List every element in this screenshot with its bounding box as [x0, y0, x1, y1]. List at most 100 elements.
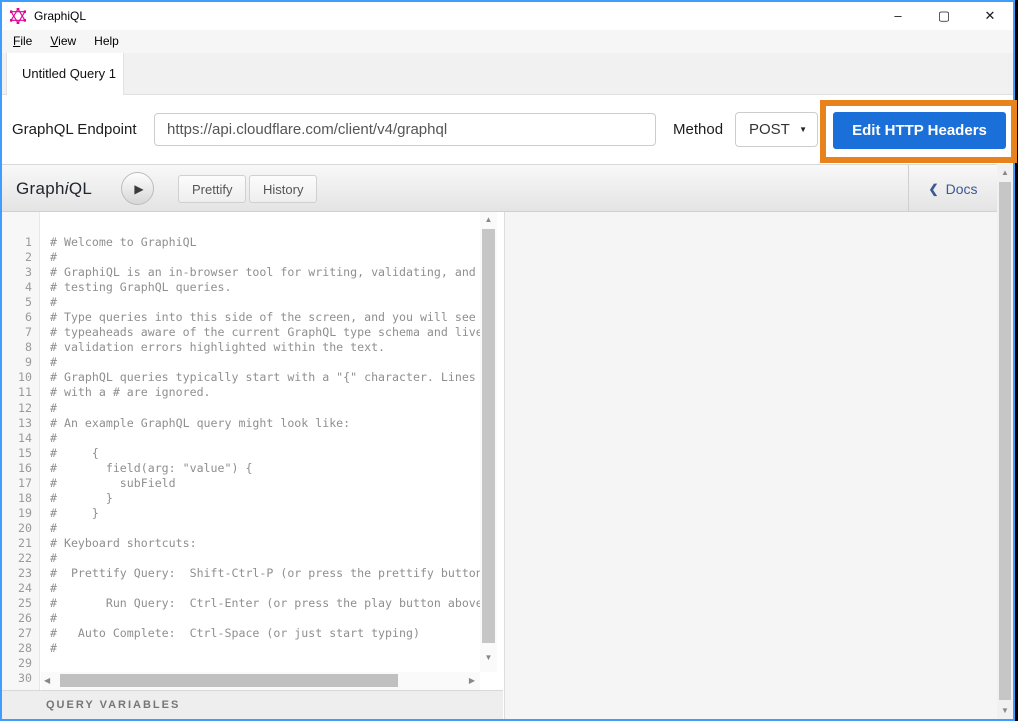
line-number: 6: [2, 310, 32, 325]
code-lines: # Welcome to GraphiQL## GraphiQL is an i…: [41, 212, 480, 672]
code-line: # testing GraphQL queries.: [50, 280, 480, 295]
line-number: 27: [2, 626, 32, 641]
code-line: # Prettify Query: Shift-Ctrl-P (or press…: [50, 566, 480, 581]
line-number: 11: [2, 385, 32, 400]
line-number: 22: [2, 551, 32, 566]
play-icon: ▶: [134, 182, 143, 196]
query-variables-bar[interactable]: QUERY VARIABLES: [2, 690, 503, 719]
code-line: # Keyboard shortcuts:: [50, 536, 480, 551]
line-number: 10: [2, 370, 32, 385]
scroll-left-icon[interactable]: ◀: [44, 672, 50, 690]
graphiql-logo-text: GraphiQL: [16, 165, 92, 213]
gutter-line-numbers: 1234567891011121314151617181920212223242…: [2, 212, 39, 686]
method-selected-value: POST: [749, 121, 790, 138]
scroll-down-icon[interactable]: ▼: [997, 706, 1013, 715]
scroll-up-icon[interactable]: ▲: [997, 168, 1013, 177]
endpoint-label: GraphQL Endpoint: [12, 95, 137, 164]
line-number: 26: [2, 611, 32, 626]
chevron-down-icon: ▼: [799, 125, 807, 134]
code-line: # Type queries into this side of the scr…: [50, 310, 480, 325]
scroll-up-icon[interactable]: ▲: [480, 215, 497, 224]
code-line: # Auto Complete: Ctrl-Space (or just sta…: [50, 626, 480, 641]
line-number: 15: [2, 446, 32, 461]
line-number: 2: [2, 250, 32, 265]
line-number: 28: [2, 641, 32, 656]
scroll-right-icon[interactable]: ▶: [469, 672, 475, 690]
line-number: 23: [2, 566, 32, 581]
window-title: GraphiQL: [34, 2, 86, 30]
query-editor[interactable]: # Welcome to GraphiQL## GraphiQL is an i…: [41, 212, 480, 672]
app-vscroll-thumb[interactable]: [999, 182, 1011, 700]
editor-vertical-scrollbar[interactable]: ▲ ▼: [480, 212, 497, 672]
code-line: # field(arg: "value") {: [50, 461, 480, 476]
line-number: 20: [2, 521, 32, 536]
code-line: # subField: [50, 476, 480, 491]
code-line: #: [50, 401, 480, 416]
code-line: #: [50, 611, 480, 626]
code-line: #: [50, 431, 480, 446]
response-pane: [504, 212, 997, 719]
code-line: # with a # are ignored.: [50, 385, 480, 400]
method-label: Method: [673, 95, 723, 164]
graphql-logo-icon: [10, 8, 26, 24]
menu-item-help[interactable]: Help: [85, 30, 128, 53]
code-line: #: [50, 295, 480, 310]
code-line: # Run Query: Ctrl-Enter (or press the pl…: [50, 596, 480, 611]
prettify-button[interactable]: Prettify: [178, 175, 246, 203]
code-line: #: [50, 355, 480, 370]
docs-toggle[interactable]: ❮ Docs: [908, 165, 997, 213]
method-select[interactable]: POST ▼: [735, 112, 818, 147]
code-line: #: [50, 250, 480, 265]
line-number: 16: [2, 461, 32, 476]
line-number: 1: [2, 235, 32, 250]
minimize-icon[interactable]: –: [875, 2, 921, 30]
editor-hscroll-thumb[interactable]: [60, 674, 398, 687]
line-number: 5: [2, 295, 32, 310]
code-line: [50, 656, 480, 671]
history-button[interactable]: History: [249, 175, 317, 203]
line-number: 30: [2, 671, 32, 686]
endpoint-input[interactable]: [154, 113, 656, 146]
code-line: #: [50, 521, 480, 536]
line-number: 7: [2, 325, 32, 340]
code-line: # {: [50, 446, 480, 461]
line-number: 17: [2, 476, 32, 491]
menu-bar: FileViewHelp: [2, 30, 1013, 53]
line-number: 4: [2, 280, 32, 295]
line-number: 29: [2, 656, 32, 671]
code-line: # Welcome to GraphiQL: [50, 235, 480, 250]
code-line: #: [50, 641, 480, 656]
close-icon[interactable]: ✕: [967, 2, 1013, 30]
line-number: 24: [2, 581, 32, 596]
scroll-down-icon[interactable]: ▼: [480, 653, 497, 662]
tab-untitled-query-1[interactable]: Untitled Query 1: [6, 53, 124, 95]
screenshot-root: GraphiQL – ▢ ✕ FileViewHelp Untitled Que…: [0, 0, 1018, 721]
menu-item-file[interactable]: File: [4, 30, 41, 53]
app-vertical-scrollbar[interactable]: ▲ ▼: [997, 164, 1013, 719]
line-number: 25: [2, 596, 32, 611]
maximize-icon[interactable]: ▢: [921, 2, 967, 30]
code-line: # }: [50, 491, 480, 506]
window-controls: – ▢ ✕: [875, 2, 1013, 30]
edit-http-headers-button[interactable]: Edit HTTP Headers: [833, 112, 1006, 149]
editor-horizontal-scrollbar[interactable]: ◀ ▶: [41, 672, 480, 690]
menu-item-view[interactable]: View: [41, 30, 85, 53]
line-number: 9: [2, 355, 32, 370]
line-number: 14: [2, 431, 32, 446]
chevron-left-icon: ❮: [929, 182, 939, 196]
editor-gutter: 1234567891011121314151617181920212223242…: [2, 212, 40, 690]
title-bar: GraphiQL – ▢ ✕: [2, 2, 1013, 30]
line-number: 12: [2, 401, 32, 416]
code-line: # An example GraphQL query might look li…: [50, 416, 480, 431]
code-line: #: [50, 551, 480, 566]
line-number: 18: [2, 491, 32, 506]
line-number: 21: [2, 536, 32, 551]
code-line: # }: [50, 506, 480, 521]
line-number: 8: [2, 340, 32, 355]
code-line: # validation errors highlighted within t…: [50, 340, 480, 355]
tab-strip: Untitled Query 1: [2, 53, 1013, 95]
editor-vscroll-thumb[interactable]: [482, 229, 495, 643]
code-line: # typeaheads aware of the current GraphQ…: [50, 325, 480, 340]
query-variables-label: QUERY VARIABLES: [46, 691, 180, 720]
execute-query-button[interactable]: ▶: [121, 172, 154, 205]
